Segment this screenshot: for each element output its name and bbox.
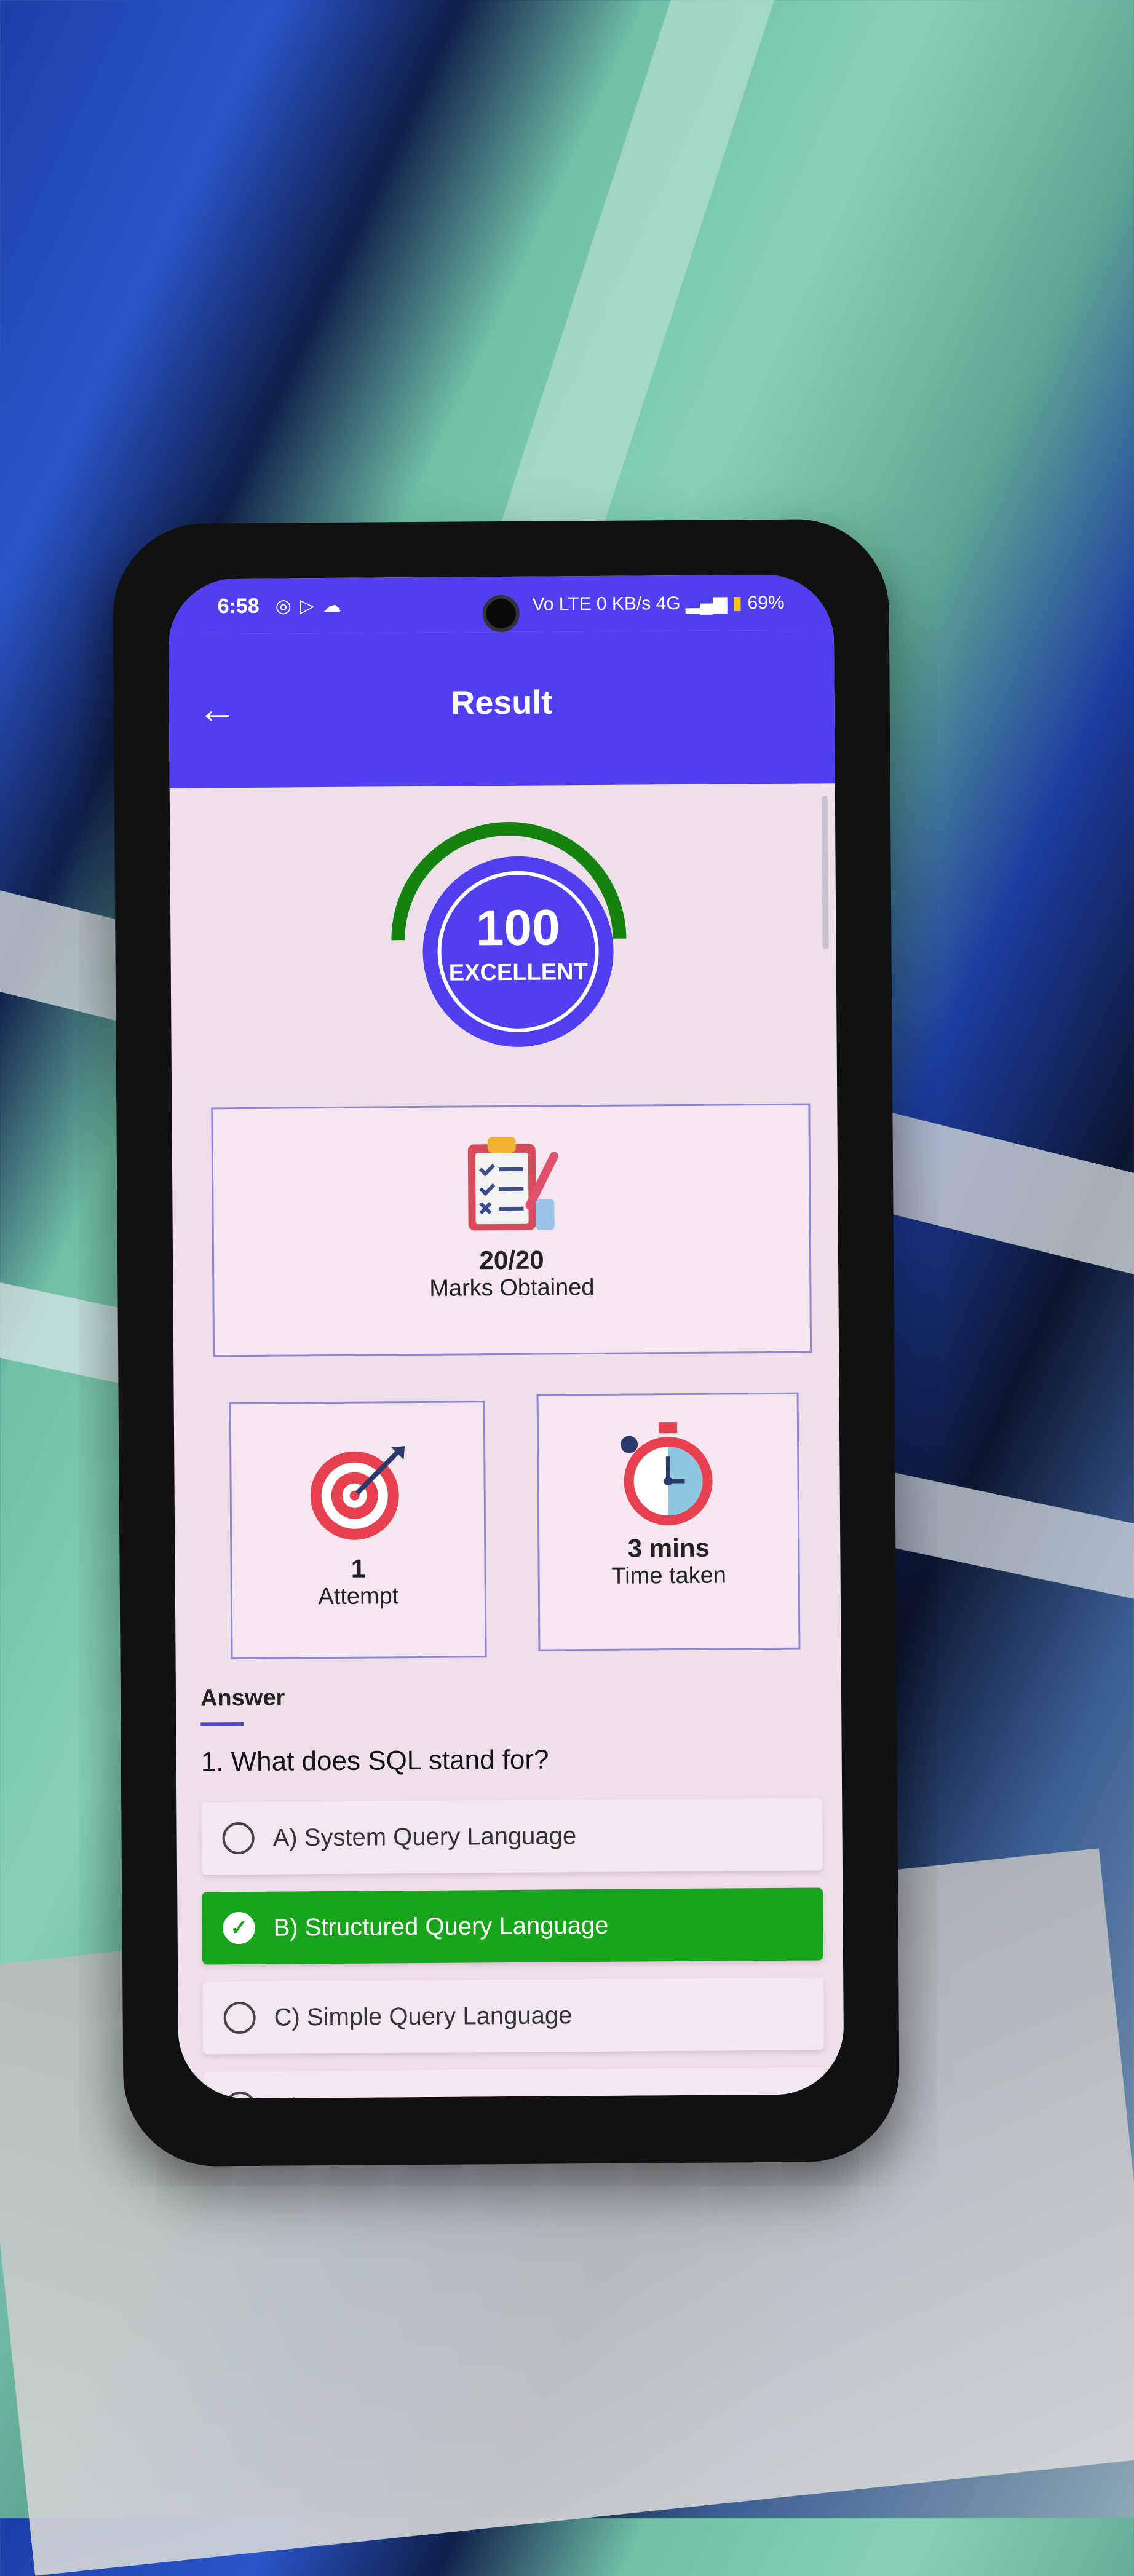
result-content[interactable]: 100 EXCELLENT 20/20 Marks Obtained 1 Att… xyxy=(170,783,844,2099)
time-value: 3 mins xyxy=(627,1533,710,1563)
clipboard-checklist-icon xyxy=(467,1136,558,1231)
attempt-label: Attempt xyxy=(318,1583,399,1610)
time-card: 3 mins Time taken xyxy=(536,1392,801,1651)
phone-screen: 6:58 ◎▷☁ Vo LTE 0 KB/s 4G ▂▄▆ ▮ 69% ← Re… xyxy=(168,574,844,2099)
option-d[interactable]: D) Server Query Language xyxy=(203,2067,825,2099)
answer-section-title: Answer xyxy=(200,1685,285,1712)
option-label: B) Structured Query Language xyxy=(273,1911,609,1942)
whatsapp-icon: ◎ xyxy=(275,595,300,617)
front-camera xyxy=(482,595,520,633)
app-bar: ← Result xyxy=(168,630,835,788)
marks-label: Marks Obtained xyxy=(429,1274,595,1302)
section-underline xyxy=(200,1721,244,1726)
radio-unchecked-icon[interactable] xyxy=(222,1822,255,1855)
page-title: Result xyxy=(450,684,553,722)
status-right: Vo LTE 0 KB/s 4G ▂▄▆ ▮ 69% xyxy=(532,591,784,615)
score-value: 100 xyxy=(475,899,561,957)
back-arrow-icon[interactable]: ← xyxy=(197,687,237,731)
question-text: 1. What does SQL stand for? xyxy=(200,1744,549,1777)
option-a[interactable]: A) System Query Language xyxy=(201,1798,823,1875)
option-c[interactable]: C) Simple Query Language xyxy=(202,1977,825,2055)
cloud-icon: ☁ xyxy=(322,595,351,616)
status-time: 6:58 xyxy=(217,594,260,618)
option-label: D) Server Query Language xyxy=(275,2092,571,2099)
score-label: EXCELLENT xyxy=(448,959,588,986)
battery-icon: ▮ xyxy=(732,592,743,613)
signal-icon: ▂▄▆ xyxy=(685,592,732,614)
radio-unchecked-icon[interactable] xyxy=(224,2091,256,2099)
option-b-correct[interactable]: ✓ B) Structured Query Language xyxy=(202,1887,824,1965)
time-label: Time taken xyxy=(611,1562,727,1589)
score-circle: 100 EXCELLENT xyxy=(422,855,614,1048)
option-label: C) Simple Query Language xyxy=(274,2001,573,2031)
option-label: A) System Query Language xyxy=(272,1822,577,1852)
network-text: Vo LTE 0 KB/s 4G xyxy=(532,593,681,615)
battery-level: 69% xyxy=(747,592,785,613)
score-ring: 100 EXCELLENT xyxy=(437,870,600,1033)
stopwatch-icon xyxy=(621,1422,713,1526)
play-icon: ▷ xyxy=(299,595,323,616)
marks-value: 20/20 xyxy=(479,1245,544,1275)
phone-device: 6:58 ◎▷☁ Vo LTE 0 KB/s 4G ▂▄▆ ▮ 69% ← Re… xyxy=(112,518,900,2167)
radio-unchecked-icon[interactable] xyxy=(223,2001,256,2034)
notification-icons: ◎▷☁ xyxy=(276,595,351,617)
checkmark-icon[interactable]: ✓ xyxy=(223,1911,255,1945)
attempt-value: 1 xyxy=(351,1554,366,1583)
target-icon xyxy=(310,1446,405,1540)
scrollbar[interactable] xyxy=(821,796,829,950)
marks-card: 20/20 Marks Obtained xyxy=(211,1103,812,1357)
attempt-card: 1 Attempt xyxy=(229,1401,487,1660)
